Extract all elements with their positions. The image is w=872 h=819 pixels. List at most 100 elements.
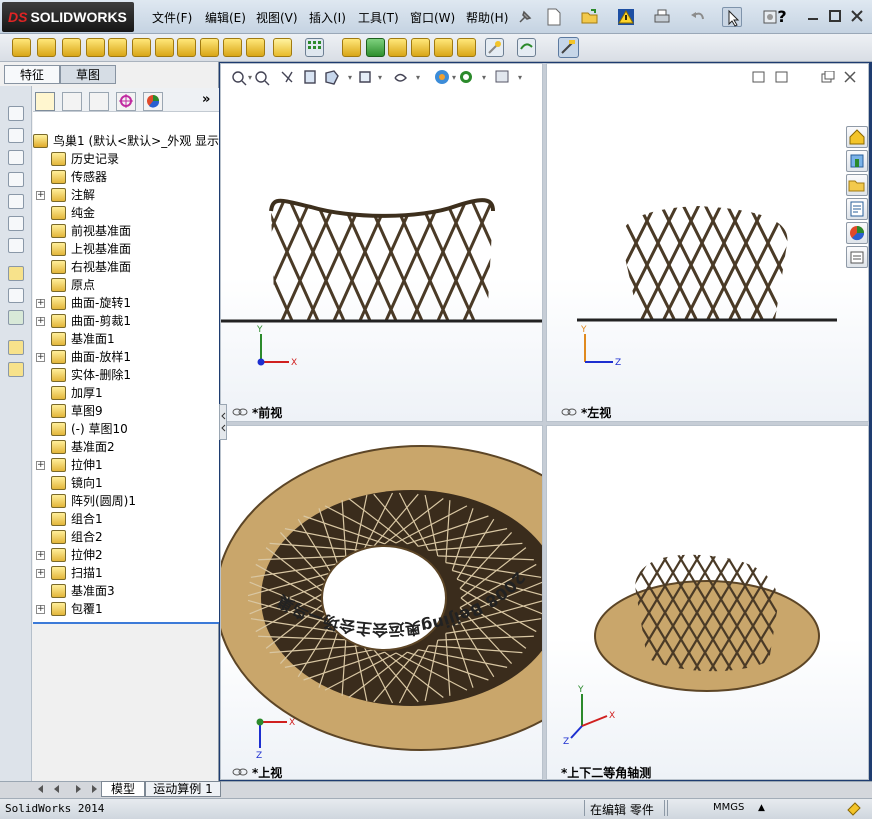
- menu-edit[interactable]: 编辑(E): [205, 9, 246, 26]
- tree-item[interactable]: 基准面1: [33, 330, 219, 348]
- feature-tree-icon[interactable]: [35, 92, 55, 111]
- tree-item[interactable]: + 拉伸1: [33, 456, 219, 474]
- tree-root[interactable]: 鸟巢1 (默认<默认>_外观 显示: [33, 132, 219, 150]
- rapid-sketch-icon[interactable]: [558, 37, 579, 58]
- undo-icon[interactable]: [688, 7, 708, 27]
- pin-icon[interactable]: [516, 8, 534, 26]
- units-dropdown-icon[interactable]: ▲: [758, 803, 765, 813]
- solidworks-logo[interactable]: DS SOLIDWORKS: [2, 2, 134, 32]
- rollback-bar[interactable]: [33, 622, 219, 624]
- help-icon[interactable]: ?: [772, 7, 792, 27]
- tree-item[interactable]: 传感器: [33, 168, 219, 186]
- tree-item[interactable]: 原点: [33, 276, 219, 294]
- tree-item[interactable]: 基准面3: [33, 582, 219, 600]
- intersect-icon[interactable]: [388, 38, 407, 57]
- linear-pattern-icon[interactable]: [305, 38, 324, 57]
- revolved-cut-icon[interactable]: [155, 38, 174, 57]
- menu-window[interactable]: 窗口(W): [410, 9, 455, 26]
- view-cube-icon[interactable]: [8, 216, 24, 231]
- tree-item[interactable]: 右视基准面: [33, 258, 219, 276]
- dome-icon[interactable]: [366, 38, 385, 57]
- tree-item[interactable]: + 曲面-旋转1: [33, 294, 219, 312]
- hole-wizard-icon[interactable]: [273, 38, 292, 57]
- view-cube-icon[interactable]: [8, 106, 24, 121]
- expand-toggle[interactable]: +: [36, 317, 45, 326]
- shell-icon[interactable]: [246, 38, 265, 57]
- fillet-icon[interactable]: [177, 38, 196, 57]
- rebuild-warning-icon[interactable]: [616, 7, 636, 27]
- configuration-manager-icon[interactable]: [89, 92, 109, 111]
- tab-features[interactable]: 特征: [4, 65, 60, 84]
- tree-item[interactable]: 上视基准面: [33, 240, 219, 258]
- instant3d-icon[interactable]: [517, 38, 536, 57]
- menu-help[interactable]: 帮助(H): [466, 9, 508, 26]
- tree-item[interactable]: 前视基准面: [33, 222, 219, 240]
- menu-tools[interactable]: 工具(T): [358, 9, 399, 26]
- boundary-boss-icon[interactable]: [108, 38, 127, 57]
- menu-file[interactable]: 文件(F): [152, 9, 192, 26]
- link-views-icon[interactable]: [232, 406, 248, 416]
- expand-toggle[interactable]: +: [36, 299, 45, 308]
- layer-icon[interactable]: [8, 362, 24, 377]
- tree-item[interactable]: 纯金: [33, 204, 219, 222]
- menu-view[interactable]: 视图(V): [256, 9, 298, 26]
- tree-item[interactable]: 组合2: [33, 528, 219, 546]
- layer-icon[interactable]: [8, 340, 24, 355]
- tree-item[interactable]: 历史记录: [33, 150, 219, 168]
- tree-item[interactable]: 组合1: [33, 510, 219, 528]
- open-folder-icon[interactable]: [580, 7, 600, 27]
- extruded-cut-icon[interactable]: [132, 38, 151, 57]
- menu-insert[interactable]: 插入(I): [309, 9, 346, 26]
- view-cube-icon[interactable]: [8, 150, 24, 165]
- tree-item[interactable]: (-) 草图10: [33, 420, 219, 438]
- tree-item[interactable]: 草图9: [33, 402, 219, 420]
- tab-motion-study[interactable]: 运动算例 1: [145, 781, 221, 797]
- status-units[interactable]: MMGS: [713, 802, 744, 813]
- close-button[interactable]: [850, 9, 864, 23]
- link-views-icon[interactable]: [561, 406, 577, 416]
- expand-toggle[interactable]: +: [36, 569, 45, 578]
- tree-item[interactable]: 基准面2: [33, 438, 219, 456]
- tab-scroll-arrows[interactable]: [34, 782, 100, 796]
- tree-item[interactable]: 加厚1: [33, 384, 219, 402]
- expand-toggle[interactable]: +: [36, 461, 45, 470]
- link-views-icon[interactable]: [232, 766, 248, 776]
- tree-item[interactable]: + 扫描1: [33, 564, 219, 582]
- new-document-icon[interactable]: [544, 7, 564, 27]
- expand-toggle[interactable]: +: [36, 551, 45, 560]
- maximize-button[interactable]: [828, 9, 842, 23]
- tree-item[interactable]: + 包覆1: [33, 600, 219, 618]
- lofted-boss-icon[interactable]: [86, 38, 105, 57]
- minimize-button[interactable]: [806, 9, 820, 23]
- tab-sketch[interactable]: 草图: [60, 65, 116, 84]
- tree-item[interactable]: 镜向1: [33, 474, 219, 492]
- mirror-icon[interactable]: [411, 38, 430, 57]
- view-cube-icon[interactable]: [8, 238, 24, 253]
- smart-dimension-icon[interactable]: [8, 288, 24, 303]
- chamfer-icon[interactable]: [200, 38, 219, 57]
- tree-item[interactable]: + 拉伸2: [33, 546, 219, 564]
- curves-icon[interactable]: [457, 38, 476, 57]
- swept-boss-icon[interactable]: [62, 38, 81, 57]
- relations-icon[interactable]: [8, 310, 24, 325]
- expand-toggle[interactable]: +: [36, 605, 45, 614]
- view-cube-icon[interactable]: [8, 128, 24, 143]
- select-cursor-icon[interactable]: [722, 7, 742, 27]
- tree-item[interactable]: + 曲面-剪裁1: [33, 312, 219, 330]
- display-manager-icon[interactable]: [143, 92, 163, 111]
- property-manager-icon[interactable]: [62, 92, 82, 111]
- expand-toggle[interactable]: +: [36, 191, 45, 200]
- pane-collapse-handle[interactable]: [219, 404, 227, 440]
- dimxpert-icon[interactable]: [116, 92, 136, 111]
- reference-geometry-icon[interactable]: [485, 38, 504, 57]
- tree-item[interactable]: + 曲面-放样1: [33, 348, 219, 366]
- tab-model[interactable]: 模型: [101, 781, 145, 797]
- rib-icon[interactable]: [223, 38, 242, 57]
- tree-item[interactable]: + 注解: [33, 186, 219, 204]
- rebuild-icon[interactable]: [846, 800, 862, 816]
- tree-item[interactable]: 实体-删除1: [33, 366, 219, 384]
- view-cube-icon[interactable]: [8, 194, 24, 209]
- viewport-splitter-horizontal[interactable]: [220, 422, 869, 425]
- expand-toggle[interactable]: +: [36, 353, 45, 362]
- draft-icon[interactable]: [342, 38, 361, 57]
